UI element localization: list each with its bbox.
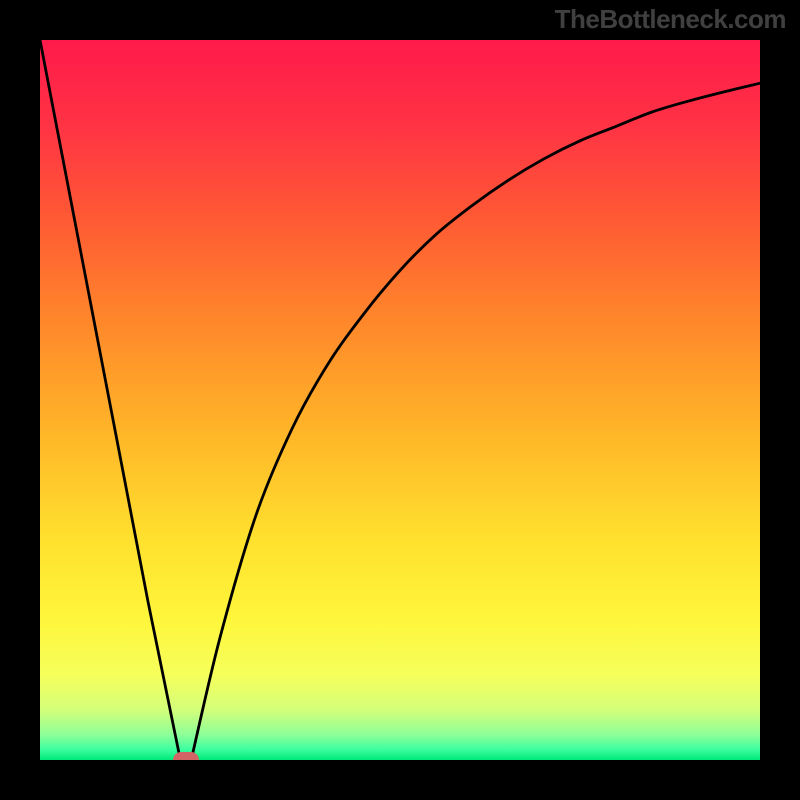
plot-area <box>40 40 760 760</box>
left-branch-line <box>40 40 180 760</box>
watermark-text: TheBottleneck.com <box>555 4 786 35</box>
optimal-point-marker <box>173 752 199 760</box>
right-branch-line <box>191 83 760 760</box>
curve-layer <box>40 40 760 760</box>
